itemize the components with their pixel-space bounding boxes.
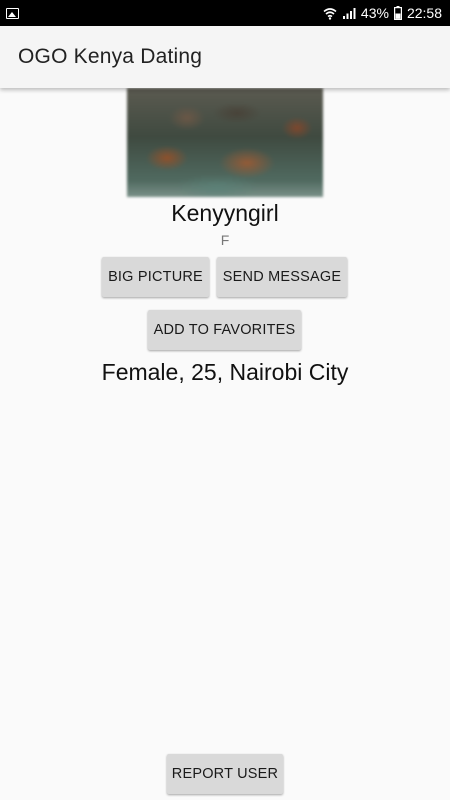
app-bar: OGO Kenya Dating bbox=[0, 26, 450, 88]
add-to-favorites-button[interactable]: ADD TO FAVORITES bbox=[148, 310, 301, 350]
wifi-icon bbox=[323, 7, 337, 20]
big-picture-button[interactable]: BIG PICTURE bbox=[102, 257, 209, 297]
profile-photo[interactable] bbox=[127, 88, 323, 197]
profile-gender-code: F bbox=[220, 232, 230, 248]
report-user-button[interactable]: REPORT USER bbox=[167, 754, 283, 794]
gallery-icon bbox=[6, 7, 19, 19]
send-message-button[interactable]: SEND MESSAGE bbox=[217, 257, 347, 297]
signal-icon bbox=[342, 7, 356, 20]
battery-percent: 43% bbox=[360, 5, 389, 21]
profile-username: Kenyyngirl bbox=[171, 200, 279, 226]
profile-details: Female, 25, Nairobi City bbox=[101, 359, 349, 385]
status-left bbox=[6, 7, 19, 19]
status-time: 22:58 bbox=[406, 5, 442, 21]
app-title: OGO Kenya Dating bbox=[18, 45, 203, 68]
battery-icon bbox=[393, 6, 402, 20]
status-bar: 43% 22:58 bbox=[0, 0, 450, 26]
status-right: 43% 22:58 bbox=[323, 5, 442, 21]
